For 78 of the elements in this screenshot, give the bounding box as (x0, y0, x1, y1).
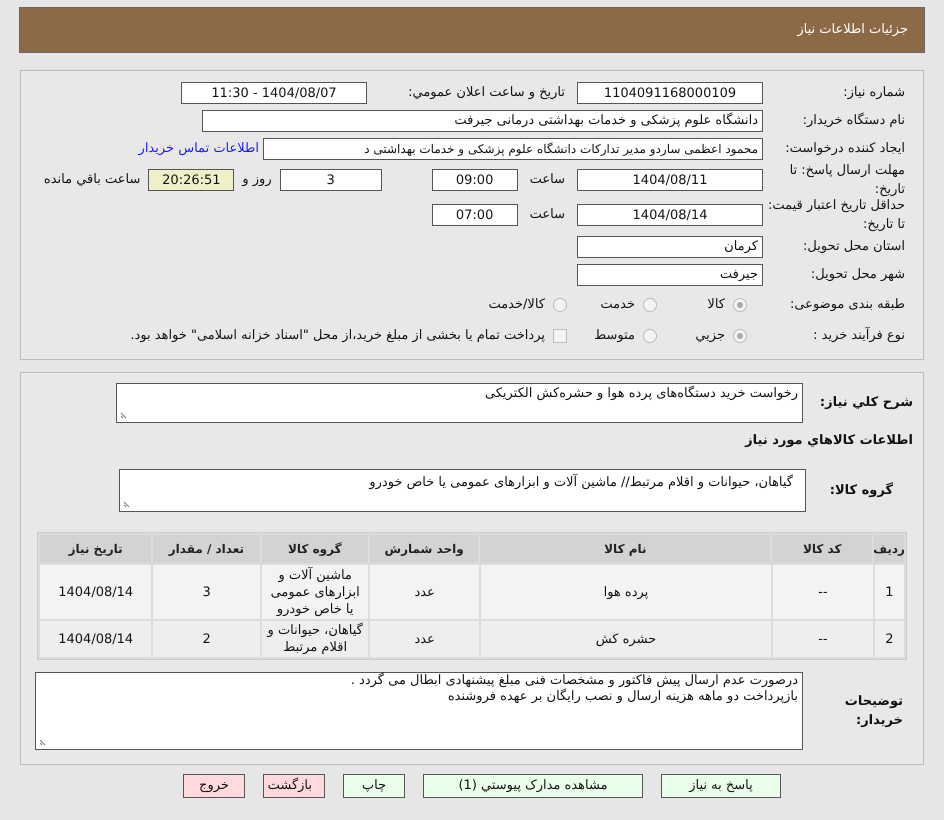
table-cell: ماشین آلات و ابزارهای عمومی یا خاص خودرو (262, 565, 368, 619)
radio-button[interactable] (733, 298, 747, 312)
text-field[interactable]: 3 (280, 169, 382, 191)
field-label: گروه کالا: (830, 482, 894, 498)
radio-button[interactable] (733, 329, 747, 343)
table-cell: حشره کش (480, 621, 771, 657)
column-header: تاریخ نیاز (40, 535, 152, 563)
contact-link[interactable]: اطلاعات تماس خریدار (138, 139, 263, 159)
option-label: جزيي (695, 327, 725, 346)
text-field[interactable]: 20:26:51 (148, 169, 234, 191)
field-label: ساعت (528, 171, 566, 190)
field-label: حداقل تاریخ اعتبار قیمت: تا تاریخ: (768, 198, 905, 232)
buyer-notes-field[interactable]: درصورت عدم ارسال پیش فاکتور و مشخصات فنی مبلغ پیشنهادی ابطال می گردد . بازپرداخت دو ماهه هزینه ارسال و نصب رایگان بر عهده فروشنده (35, 672, 803, 750)
table-cell: 2 (874, 621, 904, 657)
field-label: استان محل تحویل: (803, 239, 905, 254)
resize-grip-icon (120, 411, 128, 419)
note-line: درصورت عدم ارسال پیش فاکتور و مشخصات فنی مبلغ پیشنهادی ابطال می گردد . (350, 673, 798, 688)
field-label: روز و (240, 171, 273, 190)
text-field[interactable]: محمود اعظمی ساردو مدیر تدارکات دانشگاه علوم پزشکی و خدمات بهداشتی د (263, 138, 763, 160)
action-button[interactable]: چاپ (343, 774, 405, 798)
text-field[interactable]: 1404/08/14 (577, 204, 763, 226)
field-label: طبقه بندی موضوعی: (790, 297, 905, 312)
column-header: کد کالا (772, 535, 872, 563)
option-label: متوسط (594, 327, 635, 346)
table-cell: 1404/08/14 (40, 621, 152, 657)
text-field[interactable]: 1104091168000109 (577, 82, 763, 104)
radio-button[interactable] (553, 298, 567, 312)
table-cell: -- (772, 565, 873, 619)
text-field[interactable]: 07:00 (432, 204, 518, 226)
action-button[interactable]: خروج (183, 774, 245, 798)
field-label: نام دستگاه خریدار: (802, 113, 905, 128)
field-label: شهر محل تحویل: (810, 267, 905, 282)
column-header: گروه کالا (262, 535, 368, 563)
text-field[interactable]: دانشگاه علوم پزشکی و خدمات بهداشتی درمانی جیرفت (202, 110, 763, 132)
description-field[interactable]: رخواست خرید دستگاه‌های پرده هوا و حشره‌کش الکتریکی (116, 383, 803, 423)
note-line: بازپرداخت دو ماهه هزینه ارسال و نصب رایگان بر عهده فروشنده (446, 689, 798, 705)
resize-grip-icon (123, 500, 131, 508)
page-title: جزئیات اطلاعات نیاز (797, 21, 908, 40)
field-label: شماره نیاز: (843, 85, 905, 100)
table-cell: -- (772, 621, 873, 657)
field-label: تاریخ و ساعت اعلان عمومي: (408, 85, 565, 100)
column-header: تعداد / مقدار (153, 535, 260, 563)
action-button[interactable]: بازگشت (263, 774, 325, 798)
table-cell: 1 (874, 565, 904, 619)
text-field[interactable]: 1404/08/07 - 11:30 (181, 82, 367, 104)
field-label: توضیحات خریدار: (844, 694, 903, 728)
radio-button[interactable] (643, 329, 657, 343)
column-header: نام کالا (480, 535, 770, 563)
table-cell: عدد (370, 565, 479, 619)
option-label: پرداخت تمام یا بخشی از مبلغ خرید،از محل "اسناد خزانه اسلامی" خواهد بود. (130, 327, 546, 346)
goods-group-field[interactable]: گیاهان، حیوانات و اقلام مرتبط// ماشین آلات و ابزارهای عمومی یا خاص خودرو (119, 469, 806, 512)
column-header: واحد شمارش (370, 535, 478, 563)
resize-grip-icon (39, 738, 47, 746)
field-label: ساعت باقي مانده (42, 171, 142, 190)
table-cell: گیاهان، حیوانات و اقلام مرتبط (262, 621, 368, 657)
option-label: کالا/خدمت (488, 296, 545, 314)
table-cell: 3 (153, 565, 260, 619)
table-cell: عدد (370, 621, 479, 657)
field-label: مهلت ارسال پاسخ: تا تاریخ: (790, 162, 905, 197)
field-label: نوع فرآیند خرید : (813, 328, 905, 344)
field-label: شرح كلي نياز: (820, 395, 913, 410)
action-button[interactable]: پاسخ به نیاز (661, 774, 781, 798)
option-label: کالا (707, 296, 725, 314)
table-cell: پرده هوا (480, 565, 771, 619)
section-title: اطلاعات كالاهاي مورد نياز (745, 433, 913, 448)
table-cell: 2 (153, 621, 260, 657)
option-label: خدمت (600, 296, 635, 314)
checkbox[interactable] (553, 329, 567, 343)
field-label: ایجاد کننده درخواست: (785, 141, 905, 156)
text-field[interactable]: 1404/08/11 (577, 169, 763, 191)
table-cell: 1404/08/14 (40, 565, 152, 619)
radio-button[interactable] (643, 298, 657, 312)
field-label: ساعت (528, 206, 566, 224)
column-header: ردیف (874, 535, 904, 563)
text-field[interactable]: کرمان (577, 236, 763, 258)
action-button[interactable]: مشاهده مدارک پیوستي (1) (423, 774, 643, 798)
text-field[interactable]: جیرفت (577, 264, 763, 286)
text-field[interactable]: 09:00 (432, 169, 518, 191)
